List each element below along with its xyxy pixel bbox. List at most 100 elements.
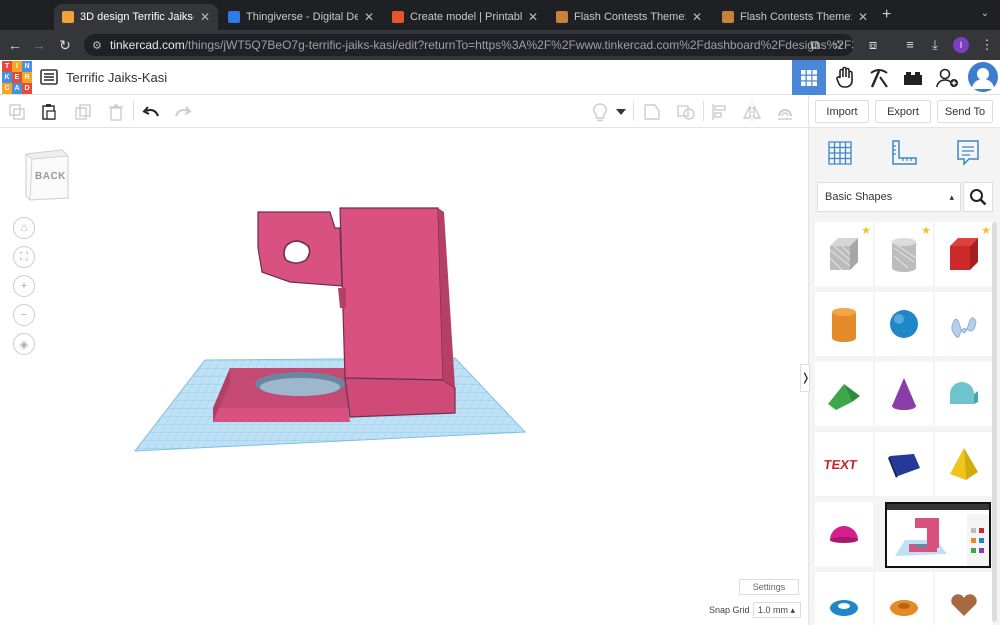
zoom-out-icon[interactable]: − [13, 304, 35, 326]
close-tab-icon[interactable]: ✕ [364, 10, 374, 24]
snap-grid-select[interactable]: 1.0 mm ▴ [753, 602, 801, 618]
add-user-icon[interactable] [930, 60, 964, 95]
panel-tabs [809, 128, 1000, 178]
reload-icon[interactable]: ↻ [56, 36, 74, 54]
3d-view-grid-icon[interactable] [792, 60, 826, 95]
shape-scribble[interactable] [935, 292, 993, 356]
browser-tab-flash-contest-2[interactable]: Flash Contests Theme: Charg ✕ [714, 4, 876, 30]
workplane-grid-icon[interactable] [823, 136, 857, 170]
address-bar[interactable]: ⚙ tinkercad.com/things/jWT5Q7BeO7g-terri… [84, 34, 854, 56]
tab-title: Thingiverse - Digital Designs [246, 11, 358, 23]
site-info-icon[interactable]: ⚙ [92, 39, 102, 52]
shape-cylinder-hole[interactable]: ★ [875, 222, 933, 286]
shape-polygon[interactable] [875, 432, 933, 496]
shape-round-roof[interactable] [935, 362, 993, 426]
redo-icon[interactable] [172, 101, 194, 123]
shape-box[interactable]: ★ [935, 222, 993, 286]
perspective-icon[interactable]: ◈ [13, 333, 35, 355]
zoom-in-icon[interactable]: + [13, 275, 35, 297]
browser-tab-thingiverse[interactable]: Thingiverse - Digital Designs ✕ [220, 4, 382, 30]
shape-sphere[interactable] [875, 292, 933, 356]
install-app-icon[interactable]: ⧉ [806, 36, 824, 54]
shape-category-select[interactable]: Basic Shapes ▴▾ [817, 182, 961, 230]
export-button[interactable]: Export [875, 100, 931, 123]
download-icon[interactable]: ⤓ [926, 36, 944, 54]
send-to-button[interactable]: Send To [937, 100, 993, 123]
lightbulb-icon[interactable] [589, 101, 611, 123]
tinkercad-logo[interactable]: T I N K E R C A D [2, 61, 32, 94]
new-tab-button[interactable]: + [882, 6, 891, 24]
ruler-icon[interactable] [887, 136, 921, 170]
browser-menu-icon[interactable]: ⋮ [978, 36, 996, 54]
copy-icon[interactable] [6, 101, 28, 123]
circuits-hand-icon[interactable] [828, 60, 862, 95]
duplicate-icon[interactable] [72, 101, 94, 123]
logo-letter: K [2, 72, 12, 83]
shape-torus[interactable] [875, 572, 933, 625]
user-avatar[interactable] [968, 62, 998, 92]
workplane-canvas[interactable]: BACK ⌂ ⛶ + − ◈ Settings Snap Grid 1.0 mm… [0, 128, 808, 625]
favorite-star-icon[interactable]: ★ [921, 224, 931, 237]
settings-button[interactable]: Settings [739, 579, 799, 595]
caret-up-icon: ▴ [790, 605, 796, 615]
shape-cone[interactable] [875, 362, 933, 426]
home-view-icon[interactable]: ⌂ [13, 217, 35, 239]
design-list-icon[interactable] [40, 68, 58, 86]
collapse-panel-chevron-icon[interactable]: ❭ [800, 364, 810, 392]
media-control-icon[interactable]: ≡ [901, 36, 919, 54]
forward-arrow-icon[interactable]: → [30, 36, 48, 54]
browser-tab-tinkercad[interactable]: 3D design Terrific Jaiks-Kasi ✕ [54, 4, 218, 30]
shape-cylinder[interactable] [815, 292, 873, 356]
undo-icon[interactable] [140, 101, 162, 123]
shape-half-sphere[interactable] [815, 502, 873, 566]
shape-text[interactable]: TEXT [815, 432, 873, 496]
close-tab-icon[interactable]: ✕ [200, 10, 210, 24]
shape-box-hole[interactable]: ★ [815, 222, 873, 286]
browser-toolbar: ← → ↻ ⚙ tinkercad.com/things/jWT5Q7BeO7g… [0, 30, 1000, 60]
lightbulb-dropdown-caret-icon[interactable] [614, 101, 628, 123]
ungroup-icon[interactable] [675, 101, 697, 123]
tab-title: Flash Contests Theme: Charg [574, 11, 686, 23]
panel-scrollbar[interactable] [992, 222, 997, 622]
close-tab-icon[interactable]: ✕ [858, 10, 868, 24]
upright-panel[interactable] [339, 207, 444, 381]
fit-view-icon[interactable]: ⛶ [13, 246, 35, 268]
shape-tube[interactable] [815, 572, 873, 625]
notes-icon[interactable] [951, 136, 985, 170]
shape-pyramid[interactable] [935, 432, 993, 496]
browser-tab-printables[interactable]: Create model | Printables.com ✕ [384, 4, 546, 30]
back-arrow-icon[interactable]: ← [6, 36, 24, 54]
upright-foot[interactable] [344, 377, 456, 418]
close-tab-icon[interactable]: ✕ [528, 10, 538, 24]
bricks-icon[interactable] [896, 60, 930, 95]
shape-category-value: Basic Shapes [825, 191, 893, 203]
paste-icon[interactable] [38, 101, 60, 123]
favorite-star-icon[interactable]: ★ [981, 224, 991, 237]
close-tab-icon[interactable]: ✕ [692, 10, 702, 24]
extensions-icon[interactable]: ⧈ [864, 36, 882, 54]
toolbar-divider [703, 101, 704, 121]
favorite-star-icon[interactable]: ★ [861, 224, 871, 237]
mirror-icon[interactable] [741, 101, 763, 123]
shape-heart[interactable] [935, 572, 993, 625]
toolbar-divider [633, 101, 634, 121]
tab-search-chevron-icon[interactable]: ⌄ [976, 4, 994, 24]
browser-profile-avatar[interactable]: I [953, 37, 969, 53]
import-button[interactable]: Import [815, 100, 869, 123]
shape-search-button[interactable] [963, 182, 993, 212]
edit-toolbar [0, 95, 808, 128]
app-root: 3D design Terrific Jaiks-Kasi ✕ Thingive… [0, 0, 1000, 625]
bookmark-star-icon[interactable]: ☆ [829, 36, 847, 54]
screenshot-thumbnail[interactable] [885, 502, 991, 568]
align-icon[interactable] [709, 101, 731, 123]
codeblocks-pickaxe-icon[interactable] [862, 60, 896, 95]
logo-letter: E [12, 72, 22, 83]
design-title[interactable]: Terrific Jaiks-Kasi [66, 70, 167, 85]
cruise-magnet-icon[interactable] [774, 101, 796, 123]
browser-tab-flash-contest-1[interactable]: Flash Contests Theme: Charg ✕ [548, 4, 710, 30]
3d-scene[interactable] [0, 128, 808, 625]
trash-icon[interactable] [105, 101, 127, 123]
group-icon[interactable] [641, 101, 663, 123]
base-plate-side[interactable] [213, 408, 350, 422]
shape-roof[interactable] [815, 362, 873, 426]
